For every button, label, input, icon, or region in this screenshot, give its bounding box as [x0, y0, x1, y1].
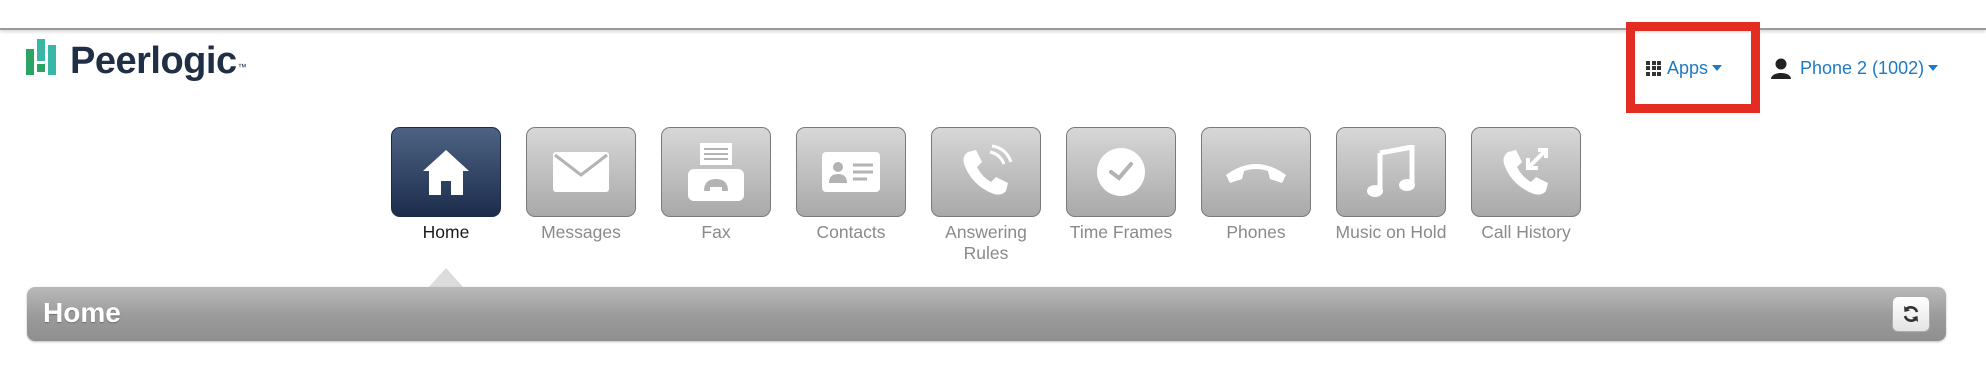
caret-down-icon	[1712, 65, 1723, 71]
nav-call-history[interactable]: Call History	[1470, 127, 1582, 264]
nav-answering-rules[interactable]: Answering Rules	[930, 127, 1042, 264]
nav-fax-label: Fax	[701, 222, 731, 242]
apps-menu-button[interactable]: Apps	[1646, 56, 1723, 80]
home-icon	[423, 150, 469, 195]
music-note-icon	[1367, 145, 1415, 197]
user-menu-button[interactable]: Phone 2 (1002)	[1770, 56, 1939, 80]
nav-home-label: Home	[422, 222, 470, 242]
refresh-icon	[1903, 306, 1919, 322]
main-nav: Home Messages Fax Contacts Answering Rul…	[390, 127, 1605, 264]
nav-contacts-tile[interactable]	[796, 127, 906, 217]
fax-icon	[688, 143, 744, 201]
apps-label: Apps	[1667, 57, 1709, 78]
clock-icon	[1097, 148, 1145, 196]
nav-messages-tile[interactable]	[526, 127, 636, 217]
nav-call-history-label: Call History	[1481, 222, 1571, 242]
contact-card-icon	[822, 152, 880, 192]
nav-messages[interactable]: Messages	[525, 127, 637, 264]
nav-phones-label: Phones	[1226, 222, 1286, 242]
refresh-button[interactable]	[1892, 296, 1930, 332]
nav-contacts-label: Contacts	[816, 222, 886, 242]
nav-music-on-hold-label: Music on Hold	[1335, 222, 1447, 242]
nav-fax-tile[interactable]	[661, 127, 771, 217]
nav-fax[interactable]: Fax	[660, 127, 772, 264]
nav-phones[interactable]: Phones	[1200, 127, 1312, 264]
nav-home-tile[interactable]	[391, 127, 501, 217]
envelope-icon	[553, 152, 609, 192]
user-label: Phone 2 (1002)	[1800, 57, 1925, 78]
nav-call-history-tile[interactable]	[1471, 127, 1581, 217]
user-icon	[1771, 58, 1791, 79]
call-history-icon	[1503, 148, 1548, 195]
peerlogic-logo[interactable]: Peerlogic ™	[26, 38, 247, 84]
nav-answering-rules-tile[interactable]	[931, 127, 1041, 217]
nav-home[interactable]: Home	[390, 127, 502, 264]
phone-forward-icon	[963, 144, 1013, 195]
handset-icon	[1226, 164, 1286, 183]
nav-time-frames-label: Time Frames	[1069, 222, 1173, 242]
nav-music-on-hold-tile[interactable]	[1336, 127, 1446, 217]
nav-phones-tile[interactable]	[1201, 127, 1311, 217]
logo-mark-icon	[26, 39, 60, 83]
section-header: Home	[27, 287, 1946, 341]
nav-answering-rules-label: Answering Rules	[945, 222, 1027, 263]
nav-time-frames-tile[interactable]	[1066, 127, 1176, 217]
trademark: ™	[237, 62, 247, 72]
nav-music-on-hold[interactable]: Music on Hold	[1335, 127, 1447, 264]
nav-time-frames[interactable]: Time Frames	[1065, 127, 1177, 264]
caret-down-icon	[1928, 65, 1939, 71]
section-title: Home	[43, 297, 121, 328]
grid-icon	[1646, 60, 1661, 76]
nav-contacts[interactable]: Contacts	[795, 127, 907, 264]
nav-messages-label: Messages	[541, 222, 621, 242]
logo-text: Peerlogic	[70, 39, 237, 82]
active-tab-pointer	[428, 268, 464, 288]
